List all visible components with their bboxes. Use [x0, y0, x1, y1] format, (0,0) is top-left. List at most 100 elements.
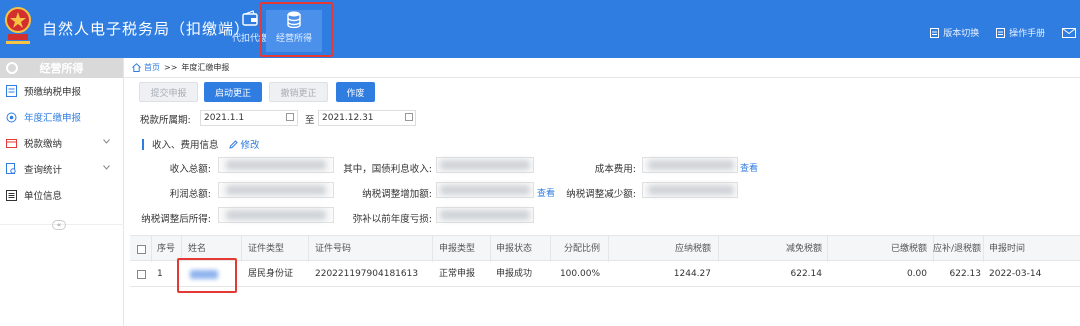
- list-icon: [6, 189, 17, 201]
- header-decl-date: 申报时间: [989, 244, 1026, 254]
- declaration-table: 序号 姓名 证件类型 证件号码 申报类型 申报状态 分配比例 应纳税额 减免税额…: [130, 235, 1080, 287]
- cancel-correction-button[interactable]: 撤销更正: [269, 82, 328, 102]
- total-profit-label: 利润总额:: [169, 189, 211, 200]
- wallet-icon: [242, 10, 258, 26]
- header-id-type: 证件类型: [248, 244, 285, 254]
- mail-icon: [1062, 27, 1076, 38]
- sidebar-item-tax-payment[interactable]: 税款缴纳: [0, 130, 123, 156]
- redacted-value: [648, 160, 734, 170]
- redacted-value: [226, 160, 326, 170]
- start-correction-button[interactable]: 启动更正: [204, 82, 262, 102]
- highlight-box: [177, 258, 237, 293]
- version-switch-label: 版本切换: [943, 29, 980, 39]
- period-label: 税款所属期:: [140, 115, 191, 126]
- sidebar-header: 经营所得: [0, 58, 123, 78]
- sidebar-item-label: 年度汇缴申报: [24, 113, 82, 124]
- sidebar: 经营所得 预缴纳税申报 年度汇缴申报 税款缴纳 查询统计 单位信息 «: [0, 58, 124, 326]
- cell-id-number: 220221197904181613: [315, 269, 419, 279]
- breadcrumb-current: 年度汇缴申报: [181, 63, 230, 72]
- app-title: 自然人电子税务局（扣缴端）: [42, 20, 251, 38]
- cell-index: 1: [157, 269, 163, 279]
- adjusted-income-label: 纳税调整后所得:: [141, 214, 211, 225]
- cell-tax-relief: 622.14: [790, 269, 823, 279]
- redacted-value: [440, 160, 530, 170]
- search-doc-icon: [6, 163, 16, 174]
- breadcrumb: 首页 >> 年度汇缴申报: [132, 62, 229, 73]
- period-to-label: 至: [305, 115, 315, 126]
- redacted-value: [226, 210, 326, 220]
- sidebar-item-unit-info[interactable]: 单位信息: [0, 182, 123, 208]
- row-checkbox[interactable]: [137, 270, 146, 279]
- sidebar-item-label: 税款缴纳: [24, 139, 63, 150]
- redacted-value: [226, 185, 326, 195]
- business-icon: [6, 62, 18, 74]
- document-icon: [996, 27, 1006, 38]
- sidebar-item-annual-settlement[interactable]: 年度汇缴申报: [0, 104, 123, 130]
- sidebar-item-label: 单位信息: [24, 191, 63, 202]
- header-decl-type: 申报类型: [439, 244, 476, 254]
- header-status: 申报状态: [496, 244, 533, 254]
- submit-declaration-button[interactable]: 提交申报: [139, 82, 198, 102]
- column-divider: [241, 236, 242, 262]
- manual-label: 操作手册: [1009, 29, 1046, 39]
- home-icon: [132, 63, 141, 72]
- header-ratio: 分配比例: [563, 244, 600, 254]
- cell-decl-date: 2022-03-14: [989, 269, 1042, 279]
- top-links: 版本切换 操作手册: [916, 26, 1080, 41]
- cell-tax-payable: 1244.27: [673, 269, 711, 279]
- sidebar-item-label: 预缴纳税申报: [24, 87, 82, 98]
- section-title: 收入、费用信息 修改: [142, 137, 260, 151]
- sidebar-item-query-stats[interactable]: 查询统计: [0, 156, 123, 182]
- column-divider: [308, 236, 309, 262]
- payment-icon: [6, 138, 17, 148]
- version-switch-link[interactable]: 版本切换: [930, 26, 979, 39]
- section-title-text: 收入、费用信息: [152, 140, 219, 151]
- column-divider: [432, 236, 433, 262]
- period-start-input[interactable]: 2021.1.1: [200, 110, 298, 126]
- header-tax-payable: 应纳税额: [674, 244, 711, 254]
- header-tax-relief: 减免税额: [785, 244, 822, 254]
- period-end-input[interactable]: 2021.12.31: [318, 110, 416, 126]
- header-id-number: 证件号码: [315, 244, 352, 254]
- gear-icon: [6, 112, 17, 122]
- total-income-label: 收入总额:: [169, 164, 211, 175]
- redacted-value: [440, 210, 530, 220]
- collapse-sidebar-button[interactable]: «: [52, 220, 66, 230]
- header-tax-paid: 已缴税额: [890, 244, 927, 254]
- header-tax-due: 应补/退税额: [933, 244, 982, 254]
- divider: [124, 77, 1080, 78]
- tax-adj-decrease-label: 纳税调整减少额:: [566, 189, 636, 200]
- calendar-icon[interactable]: [286, 113, 294, 121]
- edit-link[interactable]: 修改: [228, 137, 260, 151]
- select-all-checkbox[interactable]: [137, 245, 146, 254]
- void-button[interactable]: 作废: [336, 82, 375, 102]
- edit-icon: [228, 139, 238, 149]
- column-divider: [151, 236, 152, 262]
- redacted-value: [440, 185, 530, 195]
- form-icon: [6, 85, 17, 97]
- sidebar-item-label: 查询统计: [24, 165, 63, 176]
- sidebar-item-prepaid-declaration[interactable]: 预缴纳税申报: [0, 78, 123, 104]
- cell-id-type: 居民身份证: [248, 269, 294, 279]
- edit-link-label: 修改: [240, 140, 260, 151]
- treasury-interest-label: 其中，国债利息收入:: [343, 164, 432, 175]
- mail-button[interactable]: [1062, 27, 1080, 38]
- manual-link[interactable]: 操作手册: [996, 26, 1045, 39]
- cost-expense-label: 成本费用:: [594, 164, 636, 175]
- chevron-down-icon: [103, 139, 110, 144]
- sidebar-title: 经营所得: [39, 62, 84, 75]
- table-row[interactable]: 1 居民身份证 220221197904181613 正常申报 申报成功 100…: [130, 261, 1080, 287]
- loss-offset-label: 弥补以前年度亏损:: [352, 214, 432, 225]
- redacted-value: [648, 185, 734, 195]
- view-link[interactable]: 查看: [740, 161, 758, 174]
- calendar-icon[interactable]: [405, 113, 413, 121]
- view-link[interactable]: 查看: [537, 186, 555, 199]
- cell-ratio: 100.00%: [559, 269, 600, 279]
- cell-tax-paid: 0.00: [906, 269, 927, 279]
- cell-status: 申报成功: [496, 269, 533, 279]
- tax-adj-increase-label: 纳税调整增加额:: [362, 189, 432, 200]
- highlight-box: [260, 2, 333, 57]
- section-bar: [142, 138, 144, 150]
- table-header: 序号 姓名 证件类型 证件号码 申报类型 申报状态 分配比例 应纳税额 减免税额…: [130, 235, 1080, 262]
- breadcrumb-home[interactable]: 首页: [144, 62, 160, 73]
